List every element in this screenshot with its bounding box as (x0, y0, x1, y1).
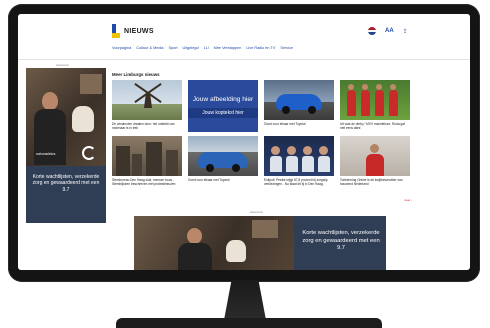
logo-text: NIEUWS (124, 27, 154, 35)
share-icon[interactable]: ⇪ (403, 28, 408, 35)
monitor-base (116, 318, 382, 328)
c-logo-icon (82, 146, 96, 160)
news-card[interactable]: Uit was de derby: 'MVV machteloze, Roda … (340, 80, 410, 130)
site-logo[interactable]: NIEUWS (112, 24, 154, 38)
nav-item-uitgelegd[interactable]: Uitgelegd (183, 46, 199, 50)
card-title: De windmolen draaien door: het ontdekt v… (112, 122, 175, 130)
dutch-flag-icon[interactable] (368, 27, 376, 35)
ad-text: Korte wachtlijsten, verzekerde zorg en g… (32, 174, 100, 193)
section-title: Meer Limburgs nieuws (112, 72, 160, 77)
news-card-placeholder[interactable]: Jouw afbeelding hier Jouw koptekst hier (188, 80, 258, 132)
card-image (264, 80, 334, 120)
ad-photo: cortonaclinics (26, 68, 106, 166)
ad-label-left: advertentie (56, 64, 69, 67)
card-title: Toekenning Online is de kwijtbewerviker … (340, 178, 403, 186)
nav-item-sport[interactable]: Sport (168, 46, 177, 50)
nav-item-mee-verstappen[interactable]: Mee Verstappen (214, 46, 242, 50)
logo-mark-icon (112, 24, 120, 38)
card-image (340, 80, 410, 120)
monitor-screen: NIEUWS AA ⇪ Voorpagina Cultuur & Media S… (18, 14, 470, 270)
screenshot-stage: NIEUWS AA ⇪ Voorpagina Cultuur & Media S… (0, 0, 490, 328)
left-ad-banner[interactable]: cortonaclinics Korte wachtlijsten, verze… (26, 68, 106, 223)
nav-item-live-radio-tv[interactable]: Live Radio en TV (246, 46, 275, 50)
placeholder-subtitle: Jouw koptekst hier (188, 108, 258, 118)
nav-item-service[interactable]: Service (280, 46, 293, 50)
nav-item-1ll[interactable]: 1Ll (204, 46, 209, 50)
card-image (188, 136, 258, 176)
card-title: Uit was de derby: 'MVV machteloze, Roda … (340, 122, 405, 130)
placeholder-title: Jouw afbeelding hier (192, 96, 254, 103)
monitor-neck (224, 280, 266, 320)
card-title: Goed voor elkaar met Toyota! (188, 178, 230, 182)
card-image (112, 80, 182, 120)
card-image-placeholder: Jouw afbeelding hier Jouw koptekst hier (188, 80, 258, 132)
news-card[interactable]: Goed voor elkaar met Toyota! (264, 80, 334, 126)
more-news-link[interactable]: meer › (404, 198, 412, 202)
ad-text: Korte wachtlijsten, verzekerde zorg en g… (302, 230, 380, 252)
card-image (264, 136, 334, 176)
bottom-ad-banner[interactable]: Korte wachtlijsten, verzekerde zorg en g… (134, 216, 386, 270)
main-nav: Voorpagina Cultuur & Media Sport Uitgele… (112, 46, 293, 50)
card-title: Goed voor elkaar met Toyota! (264, 122, 306, 126)
news-card[interactable]: Exitpoll: Peetra krijgt 87,8 procent bij… (264, 136, 334, 186)
news-card[interactable]: Toekenning Online is de kwijtbewerviker … (340, 136, 410, 186)
header-actions: AA ⇪ (368, 27, 408, 35)
site-header: NIEUWS AA ⇪ Voorpagina Cultuur & Media S… (18, 14, 470, 60)
card-title: Stembureau Den Haag sluit, mensen boos -… (112, 178, 176, 186)
news-card[interactable]: Goed voor elkaar met Toyota! (188, 136, 258, 182)
card-image (340, 136, 410, 176)
nav-item-voorpagina[interactable]: Voorpagina (112, 46, 131, 50)
card-image (112, 136, 182, 176)
ad-brand-logo: cortonaclinics (36, 152, 56, 156)
font-size-icon[interactable]: AA (385, 28, 394, 34)
news-card[interactable]: De windmolen draaien door: het ontdekt v… (112, 80, 182, 130)
card-title: Exitpoll: Peetra krijgt 87,8 procent bij… (264, 178, 328, 186)
nav-item-cultuur-media[interactable]: Cultuur & Media (136, 46, 163, 50)
ad-label-bottom: advertentie (250, 211, 263, 214)
ad-photo (134, 216, 294, 270)
news-card[interactable]: Stembureau Den Haag sluit, mensen boos -… (112, 136, 182, 186)
